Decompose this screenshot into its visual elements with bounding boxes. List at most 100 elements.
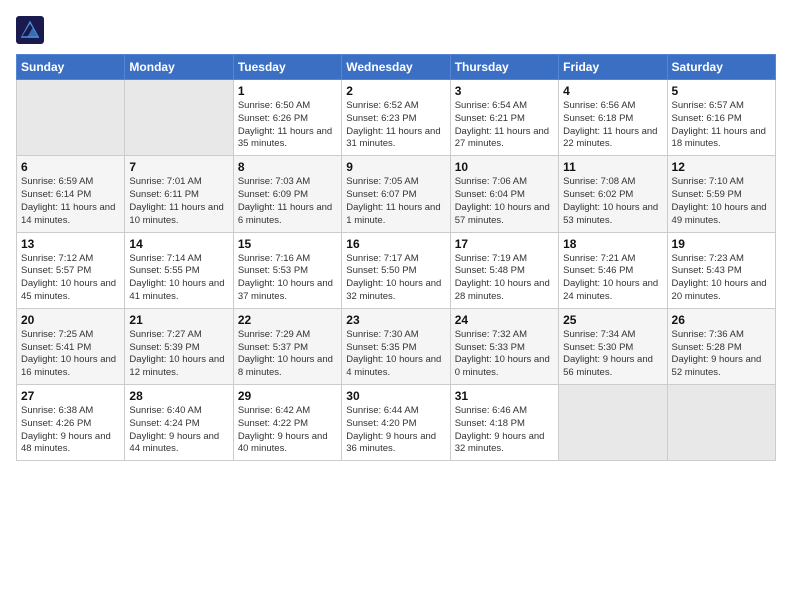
day-number: 2 <box>346 84 445 98</box>
day-header-tuesday: Tuesday <box>233 55 341 80</box>
day-info: Sunrise: 7:32 AM Sunset: 5:33 PM Dayligh… <box>455 329 554 380</box>
day-number: 17 <box>455 237 554 251</box>
calendar-cell <box>559 385 667 461</box>
day-info: Sunrise: 6:59 AM Sunset: 6:14 PM Dayligh… <box>21 176 120 227</box>
day-info: Sunrise: 7:01 AM Sunset: 6:11 PM Dayligh… <box>129 176 228 227</box>
day-info: Sunrise: 7:08 AM Sunset: 6:02 PM Dayligh… <box>563 176 662 227</box>
day-number: 25 <box>563 313 662 327</box>
day-number: 12 <box>672 160 771 174</box>
day-number: 11 <box>563 160 662 174</box>
day-info: Sunrise: 6:50 AM Sunset: 6:26 PM Dayligh… <box>238 100 337 151</box>
day-info: Sunrise: 7:23 AM Sunset: 5:43 PM Dayligh… <box>672 253 771 304</box>
day-number: 6 <box>21 160 120 174</box>
calendar-header-row: SundayMondayTuesdayWednesdayThursdayFrid… <box>17 55 776 80</box>
calendar-cell: 15 Sunrise: 7:16 AM Sunset: 5:53 PM Dayli… <box>233 232 341 308</box>
day-number: 4 <box>563 84 662 98</box>
day-info: Sunrise: 6:42 AM Sunset: 4:22 PM Dayligh… <box>238 405 337 456</box>
day-number: 20 <box>21 313 120 327</box>
day-number: 7 <box>129 160 228 174</box>
day-info: Sunrise: 7:05 AM Sunset: 6:07 PM Dayligh… <box>346 176 445 227</box>
calendar-cell: 6 Sunrise: 6:59 AM Sunset: 6:14 PM Daylig… <box>17 156 125 232</box>
calendar-cell: 22 Sunrise: 7:29 AM Sunset: 5:37 PM Dayli… <box>233 308 341 384</box>
day-info: Sunrise: 7:16 AM Sunset: 5:53 PM Dayligh… <box>238 253 337 304</box>
page-header <box>16 16 776 44</box>
day-number: 15 <box>238 237 337 251</box>
day-number: 18 <box>563 237 662 251</box>
calendar-cell: 20 Sunrise: 7:25 AM Sunset: 5:41 PM Dayli… <box>17 308 125 384</box>
calendar-cell: 16Sunrise: 7:17 AM Sunset: 5:50 PM Dayli… <box>342 232 450 308</box>
day-number: 16 <box>346 237 445 251</box>
calendar-cell: 5Sunrise: 6:57 AM Sunset: 6:16 PM Daylig… <box>667 80 775 156</box>
day-number: 8 <box>238 160 337 174</box>
calendar-cell: 7 Sunrise: 7:01 AM Sunset: 6:11 PM Daylig… <box>125 156 233 232</box>
day-info: Sunrise: 6:40 AM Sunset: 4:24 PM Dayligh… <box>129 405 228 456</box>
calendar-cell: 28 Sunrise: 6:40 AM Sunset: 4:24 PM Dayli… <box>125 385 233 461</box>
day-number: 26 <box>672 313 771 327</box>
day-number: 9 <box>346 160 445 174</box>
calendar-cell: 19 Sunrise: 7:23 AM Sunset: 5:43 PM Dayli… <box>667 232 775 308</box>
calendar-cell: 10 Sunrise: 7:06 AM Sunset: 6:04 PM Dayli… <box>450 156 558 232</box>
day-info: Sunrise: 7:14 AM Sunset: 5:55 PM Dayligh… <box>129 253 228 304</box>
day-number: 28 <box>129 389 228 403</box>
day-info: Sunrise: 6:56 AM Sunset: 6:18 PM Dayligh… <box>563 100 662 151</box>
day-number: 23 <box>346 313 445 327</box>
calendar-cell: 26 Sunrise: 7:36 AM Sunset: 5:28 PM Dayli… <box>667 308 775 384</box>
day-number: 3 <box>455 84 554 98</box>
day-header-saturday: Saturday <box>667 55 775 80</box>
day-info: Sunrise: 7:25 AM Sunset: 5:41 PM Dayligh… <box>21 329 120 380</box>
day-info: Sunrise: 7:27 AM Sunset: 5:39 PM Dayligh… <box>129 329 228 380</box>
day-number: 10 <box>455 160 554 174</box>
day-info: Sunrise: 7:30 AM Sunset: 5:35 PM Dayligh… <box>346 329 445 380</box>
day-number: 29 <box>238 389 337 403</box>
day-info: Sunrise: 6:44 AM Sunset: 4:20 PM Dayligh… <box>346 405 445 456</box>
calendar-cell: 21 Sunrise: 7:27 AM Sunset: 5:39 PM Dayli… <box>125 308 233 384</box>
day-number: 22 <box>238 313 337 327</box>
day-info: Sunrise: 7:06 AM Sunset: 6:04 PM Dayligh… <box>455 176 554 227</box>
calendar-cell: 9 Sunrise: 7:05 AM Sunset: 6:07 PM Daylig… <box>342 156 450 232</box>
day-header-thursday: Thursday <box>450 55 558 80</box>
calendar-week-3: 13Sunrise: 7:12 AM Sunset: 5:57 PM Dayli… <box>17 232 776 308</box>
day-header-monday: Monday <box>125 55 233 80</box>
calendar-week-2: 6 Sunrise: 6:59 AM Sunset: 6:14 PM Daylig… <box>17 156 776 232</box>
day-number: 1 <box>238 84 337 98</box>
calendar-cell: 27 Sunrise: 6:38 AM Sunset: 4:26 PM Dayli… <box>17 385 125 461</box>
logo <box>16 16 48 44</box>
calendar-week-1: 1 Sunrise: 6:50 AM Sunset: 6:26 PM Daylig… <box>17 80 776 156</box>
day-info: Sunrise: 7:19 AM Sunset: 5:48 PM Dayligh… <box>455 253 554 304</box>
day-number: 31 <box>455 389 554 403</box>
calendar-cell: 23 Sunrise: 7:30 AM Sunset: 5:35 PM Dayli… <box>342 308 450 384</box>
day-header-friday: Friday <box>559 55 667 80</box>
day-info: Sunrise: 7:36 AM Sunset: 5:28 PM Dayligh… <box>672 329 771 380</box>
day-info: Sunrise: 6:46 AM Sunset: 4:18 PM Dayligh… <box>455 405 554 456</box>
calendar-cell: 17 Sunrise: 7:19 AM Sunset: 5:48 PM Dayli… <box>450 232 558 308</box>
calendar-cell: 12Sunrise: 7:10 AM Sunset: 5:59 PM Dayli… <box>667 156 775 232</box>
calendar-cell: 29 Sunrise: 6:42 AM Sunset: 4:22 PM Dayli… <box>233 385 341 461</box>
day-number: 19 <box>672 237 771 251</box>
calendar-week-4: 20 Sunrise: 7:25 AM Sunset: 5:41 PM Dayli… <box>17 308 776 384</box>
calendar-cell: 18 Sunrise: 7:21 AM Sunset: 5:46 PM Dayli… <box>559 232 667 308</box>
day-info: Sunrise: 6:38 AM Sunset: 4:26 PM Dayligh… <box>21 405 120 456</box>
calendar-cell: 1 Sunrise: 6:50 AM Sunset: 6:26 PM Daylig… <box>233 80 341 156</box>
logo-icon <box>16 16 44 44</box>
calendar-cell: 2 Sunrise: 6:52 AM Sunset: 6:23 PM Daylig… <box>342 80 450 156</box>
day-number: 27 <box>21 389 120 403</box>
calendar-cell: 3Sunrise: 6:54 AM Sunset: 6:21 PM Daylig… <box>450 80 558 156</box>
calendar: SundayMondayTuesdayWednesdayThursdayFrid… <box>16 54 776 461</box>
day-info: Sunrise: 7:21 AM Sunset: 5:46 PM Dayligh… <box>563 253 662 304</box>
calendar-cell <box>125 80 233 156</box>
day-info: Sunrise: 6:57 AM Sunset: 6:16 PM Dayligh… <box>672 100 771 151</box>
calendar-cell: 24 Sunrise: 7:32 AM Sunset: 5:33 PM Dayli… <box>450 308 558 384</box>
calendar-cell: 25Sunrise: 7:34 AM Sunset: 5:30 PM Dayli… <box>559 308 667 384</box>
day-header-sunday: Sunday <box>17 55 125 80</box>
calendar-cell: 14Sunrise: 7:14 AM Sunset: 5:55 PM Dayli… <box>125 232 233 308</box>
day-number: 24 <box>455 313 554 327</box>
day-info: Sunrise: 7:29 AM Sunset: 5:37 PM Dayligh… <box>238 329 337 380</box>
day-info: Sunrise: 6:52 AM Sunset: 6:23 PM Dayligh… <box>346 100 445 151</box>
calendar-cell <box>667 385 775 461</box>
calendar-cell: 8Sunrise: 7:03 AM Sunset: 6:09 PM Daylig… <box>233 156 341 232</box>
day-header-wednesday: Wednesday <box>342 55 450 80</box>
calendar-cell: 30 Sunrise: 6:44 AM Sunset: 4:20 PM Dayli… <box>342 385 450 461</box>
day-number: 30 <box>346 389 445 403</box>
day-number: 21 <box>129 313 228 327</box>
calendar-week-5: 27 Sunrise: 6:38 AM Sunset: 4:26 PM Dayli… <box>17 385 776 461</box>
